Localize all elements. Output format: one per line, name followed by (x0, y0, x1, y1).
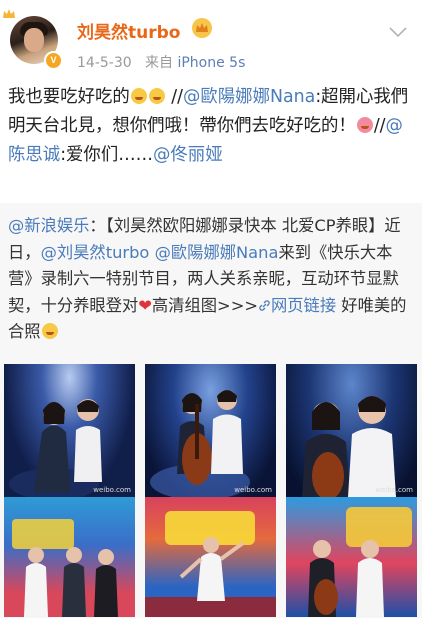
crown-icon (3, 9, 15, 18)
post-header: V 刘昊然turbo 14-5-30 来自 iPhone 5s (0, 0, 422, 80)
photo-thumbnail[interactable] (4, 497, 135, 617)
web-link[interactable]: 网页链接 (258, 296, 336, 315)
emoji-icon (130, 88, 147, 104)
photo-thumbnail[interactable] (145, 497, 276, 617)
verified-badge-icon: V (44, 51, 63, 70)
photo-thumbnail[interactable]: weibo.com (286, 364, 417, 497)
repost-body: 高清组图>>> (151, 295, 258, 315)
photo-watermark: weibo.com (375, 486, 413, 494)
vip-crown-icon[interactable] (191, 17, 213, 39)
mention-link[interactable]: @歐陽娜娜Nana (155, 243, 279, 262)
chevron-down-icon[interactable] (388, 26, 408, 38)
emoji-icon (356, 117, 373, 133)
web-link-label: 网页链接 (270, 295, 337, 315)
repost-card[interactable]: @新浪娱乐：【刘昊然欧阳娜娜录快本 北爱CP养眼】近日，@刘昊然turbo @歐… (0, 203, 422, 618)
post-text: // (165, 87, 183, 107)
post-text: // (373, 116, 386, 136)
photo-thumbnail[interactable] (286, 497, 417, 617)
emoji-icon (148, 88, 165, 104)
source-prefix: 来自 (145, 55, 173, 71)
mention-link[interactable]: @刘昊然turbo (41, 243, 150, 262)
post-text: 我也要吃好吃的 (8, 87, 130, 107)
mention-link[interactable]: @歐陽娜娜Nana (183, 87, 315, 107)
username[interactable]: 刘昊然turbo (77, 18, 180, 43)
heart-icon: ❤ (138, 295, 152, 315)
source-device[interactable]: iPhone 5s (177, 55, 245, 71)
post-meta: 14-5-30 来自 iPhone 5s (77, 52, 245, 72)
timestamp: 14-5-30 (77, 55, 132, 71)
emoji-icon (41, 323, 58, 339)
photo-watermark: weibo.com (234, 486, 272, 494)
link-icon (259, 299, 270, 311)
mention-link[interactable]: @佟丽娅 (153, 145, 223, 165)
repost-text: @新浪娱乐：【刘昊然欧阳娜娜录快本 北爱CP养眼】近日，@刘昊然turbo @歐… (8, 213, 416, 346)
post-content: 我也要吃好吃的 //@歐陽娜娜Nana:超開心我們明天台北見，想你們哦！帶你們去… (8, 83, 416, 170)
post-text: :爱你们…… (60, 145, 154, 165)
photo-thumbnail[interactable]: weibo.com (4, 364, 135, 497)
photo-thumbnail[interactable]: weibo.com (145, 364, 276, 497)
repost-author[interactable]: @新浪娱乐 (8, 216, 89, 235)
photo-watermark: weibo.com (93, 486, 131, 494)
